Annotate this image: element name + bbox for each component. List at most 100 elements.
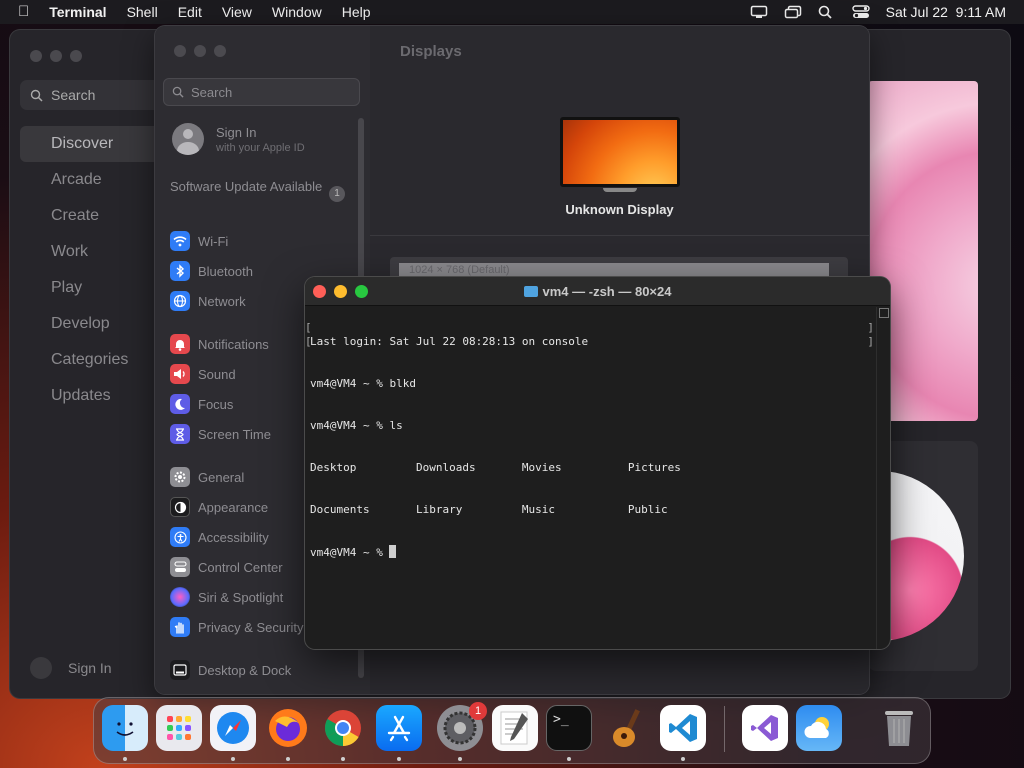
- sidebar-item-label: Desktop & Dock: [198, 662, 292, 678]
- sidebar-item-label: Wi-Fi: [198, 233, 229, 249]
- sidebar-item-network[interactable]: Network: [170, 291, 246, 311]
- split-pane-button[interactable]: [879, 308, 889, 318]
- wifi-icon: [170, 231, 190, 251]
- terminal-line: vm4@VM4 ~ % blkd: [310, 377, 416, 390]
- running-indicator: [458, 757, 462, 761]
- dock-icon: [170, 660, 190, 680]
- visual-studio-icon[interactable]: [742, 705, 788, 751]
- weather-icon[interactable]: [796, 705, 842, 751]
- sidebar-item-sound[interactable]: Sound: [170, 364, 236, 384]
- safari-icon[interactable]: [210, 705, 256, 751]
- line-marker: ]: [867, 321, 874, 334]
- sidebar-item-wifi[interactable]: Wi-Fi: [170, 231, 228, 251]
- menubar-clock[interactable]: Sat Jul 22 9:11 AM: [886, 4, 1006, 20]
- garageband-icon[interactable]: [606, 705, 652, 751]
- chrome-icon[interactable]: [320, 705, 366, 751]
- search-placeholder: Search: [51, 87, 96, 103]
- control-center-icon[interactable]: [851, 5, 870, 19]
- apple-menu-icon[interactable]: : [0, 0, 41, 24]
- minimize-button[interactable]: [50, 50, 62, 62]
- resolution-option[interactable]: 1024 × 768 (Default): [399, 263, 829, 277]
- running-indicator: [341, 757, 345, 761]
- sidebar-item-label: Focus: [198, 396, 234, 412]
- sidebar-item-general[interactable]: General: [170, 467, 244, 487]
- sidebar-item-accessibility[interactable]: Accessibility: [170, 527, 269, 547]
- page-title: Displays: [400, 43, 462, 60]
- sidebar-item-screen-time[interactable]: Screen Time: [170, 424, 271, 444]
- close-button[interactable]: [174, 45, 186, 57]
- moon-icon: [170, 394, 190, 414]
- hourglass-icon: [170, 424, 190, 444]
- sidebar-item-appearance[interactable]: Appearance: [170, 497, 268, 517]
- menu-window[interactable]: Window: [262, 0, 332, 24]
- vscode-icon[interactable]: [660, 705, 706, 751]
- trash-icon[interactable]: [876, 705, 922, 751]
- search-icon: [30, 89, 43, 102]
- stage-manager-icon[interactable]: [784, 5, 802, 19]
- menu-help[interactable]: Help: [332, 0, 381, 24]
- firefox-icon[interactable]: [265, 705, 311, 751]
- sidebar-item-siri-spotlight[interactable]: Siri & Spotlight: [170, 587, 283, 607]
- apple-id-sign-in[interactable]: Sign In with your Apple ID: [172, 123, 305, 155]
- menu-view[interactable]: View: [212, 0, 262, 24]
- display-name: Unknown Display: [565, 202, 674, 217]
- terminal-prompt-line: vm4@VM4 ~ %: [310, 545, 875, 560]
- close-button[interactable]: [30, 50, 42, 62]
- running-indicator: [681, 757, 685, 761]
- running-indicator: [397, 757, 401, 761]
- sidebar-item-label: General: [198, 469, 245, 485]
- terminal-output[interactable]: Last login: Sat Jul 22 08:28:13 on conso…: [310, 307, 875, 645]
- sidebar-item-label: Network: [198, 293, 246, 309]
- hand-icon: [170, 617, 190, 637]
- sidebar-item-label: Control Center: [198, 559, 283, 575]
- terminal-scrollbar[interactable]: [876, 307, 890, 649]
- zoom-button[interactable]: [214, 45, 226, 57]
- terminal-icon[interactable]: >_: [546, 705, 592, 751]
- running-indicator: [567, 757, 571, 761]
- zoom-button[interactable]: [70, 50, 82, 62]
- dock: 1 >_: [93, 697, 931, 764]
- terminal-line: Last login: Sat Jul 22 08:28:13 on conso…: [310, 335, 589, 348]
- update-count-badge: 1: [329, 186, 345, 202]
- terminal-title-bar[interactable]: vm4 — -zsh — 80×24: [305, 277, 890, 306]
- sidebar-item-bluetooth[interactable]: Bluetooth: [170, 261, 253, 281]
- minimize-button[interactable]: [194, 45, 206, 57]
- running-indicator: [231, 757, 235, 761]
- display-mirror-icon[interactable]: [750, 5, 768, 19]
- speaker-icon: [170, 364, 190, 384]
- line-marker: [: [305, 335, 312, 348]
- menu-bar:  Terminal Shell Edit View Window Help S…: [0, 0, 1024, 24]
- settings-search-field[interactable]: Search: [163, 78, 360, 106]
- search-placeholder: Search: [191, 84, 233, 100]
- menu-shell[interactable]: Shell: [117, 0, 168, 24]
- gear-icon: [170, 467, 190, 487]
- folder-icon: [523, 286, 538, 297]
- sidebar-item-privacy-security[interactable]: Privacy & Security: [170, 617, 303, 637]
- finder-icon[interactable]: [102, 705, 148, 751]
- dock-separator: [724, 706, 725, 752]
- launchpad-icon[interactable]: [156, 705, 202, 751]
- spotlight-search-icon[interactable]: [818, 5, 836, 19]
- control-center-icon: [170, 557, 190, 577]
- display-thumbnail[interactable]: [560, 117, 680, 192]
- apple-id-title: Sign In: [216, 124, 257, 140]
- divider: [370, 235, 869, 236]
- sidebar-item-control-center[interactable]: Control Center: [170, 557, 283, 577]
- minimize-button[interactable]: [334, 285, 347, 298]
- zoom-button[interactable]: [355, 285, 368, 298]
- sidebar-item-focus[interactable]: Focus: [170, 394, 233, 414]
- sidebar-item-desktop-dock[interactable]: Desktop & Dock: [170, 660, 291, 680]
- sidebar-item-label: Privacy & Security: [198, 619, 304, 635]
- software-update-item[interactable]: Software Update Available 1: [170, 179, 345, 202]
- menu-edit[interactable]: Edit: [168, 0, 212, 24]
- textedit-icon[interactable]: [492, 705, 538, 751]
- apple-id-subtitle: with your Apple ID: [216, 141, 305, 154]
- line-marker: [: [305, 321, 312, 334]
- menu-app-name[interactable]: Terminal: [41, 0, 116, 24]
- app-store-icon[interactable]: [376, 705, 422, 751]
- sidebar-item-label: Screen Time: [198, 426, 271, 442]
- app-store-sign-in[interactable]: Sign In: [30, 657, 112, 679]
- sidebar-item-label: Accessibility: [198, 529, 269, 545]
- close-button[interactable]: [313, 285, 326, 298]
- sidebar-item-notifications[interactable]: Notifications: [170, 334, 269, 354]
